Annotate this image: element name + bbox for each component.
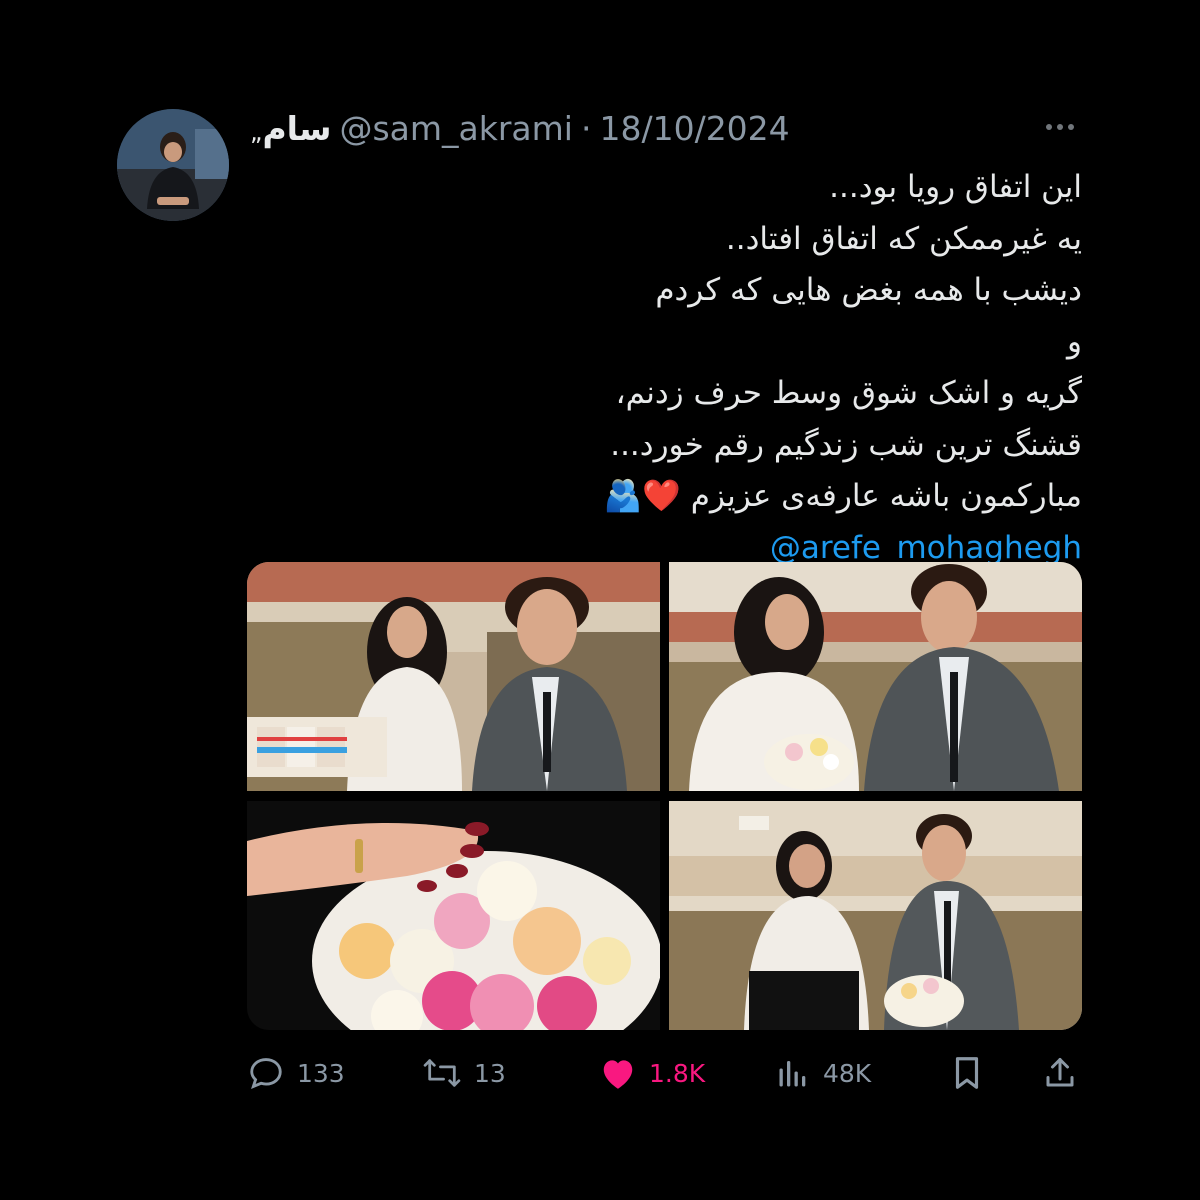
- heart-icon: [599, 1055, 637, 1091]
- avatar[interactable]: [117, 109, 229, 221]
- mention-link[interactable]: @arefe_mohaghegh: [770, 530, 1082, 566]
- separator-dot: ·: [580, 108, 592, 148]
- share-icon: [1042, 1054, 1078, 1092]
- retweet-button[interactable]: 13: [422, 1050, 506, 1096]
- tweet-line: دیشب با همه بغض هایی که کردم: [655, 272, 1082, 308]
- tweet-line: قشنگ ترین شب زندگیم رقم خورد...: [610, 426, 1082, 463]
- tweet-line: یه غیرممکن که اتفاق افتاد..: [725, 220, 1082, 257]
- display-name-suffix: „: [250, 117, 263, 146]
- couple-laughing-photo[interactable]: [669, 801, 1082, 1030]
- media-grid: [247, 562, 1082, 1030]
- tweet-line: گریه و اشک شوق وسط حرف زدنم،: [615, 375, 1082, 411]
- couple-with-bouquet-photo[interactable]: [669, 562, 1082, 791]
- display-name[interactable]: سام„: [250, 109, 331, 148]
- more-dot: [1046, 124, 1052, 130]
- more-dot: [1068, 124, 1074, 130]
- couple-with-sweets-photo[interactable]: [247, 562, 660, 791]
- tweet-line: مبارکمون باشه عارفه‌ی عزیزم ❤️🫂: [603, 478, 1082, 514]
- share-button[interactable]: [1042, 1050, 1078, 1096]
- tweet-line: این اتفاق رویا بود...: [829, 169, 1082, 205]
- views-count: 48K: [823, 1058, 872, 1088]
- more-dot: [1057, 124, 1063, 130]
- ring-hand-on-roses-photo[interactable]: [247, 801, 660, 1030]
- reply-button[interactable]: 133: [247, 1050, 345, 1096]
- display-name-text: سام: [262, 108, 332, 148]
- retweet-icon: [422, 1054, 462, 1092]
- retweet-count: 13: [474, 1058, 506, 1088]
- bookmark-button[interactable]: [950, 1050, 984, 1096]
- user-handle[interactable]: @sam_akrami: [339, 109, 573, 148]
- action-bar: 133 13 1.8K 48K: [247, 1050, 1082, 1096]
- bookmark-icon: [950, 1054, 984, 1092]
- tweet-header: سام„ @sam_akrami · 18/10/2024: [250, 106, 790, 150]
- views-icon: [775, 1055, 811, 1091]
- tweet-date[interactable]: 18/10/2024: [599, 109, 789, 148]
- more-icon[interactable]: [1040, 112, 1080, 142]
- views-button[interactable]: 48K: [775, 1050, 871, 1096]
- tweet-card: سام„ @sam_akrami · 18/10/2024 این اتفاق …: [0, 0, 1200, 1200]
- reply-count: 133: [297, 1058, 345, 1088]
- reply-icon: [247, 1054, 285, 1092]
- tweet-line: و: [1067, 323, 1082, 360]
- like-count: 1.8K: [649, 1058, 706, 1088]
- like-button[interactable]: 1.8K: [599, 1050, 705, 1096]
- tweet-text: این اتفاق رویا بود... یه غیرممکن که اتفا…: [382, 162, 1082, 574]
